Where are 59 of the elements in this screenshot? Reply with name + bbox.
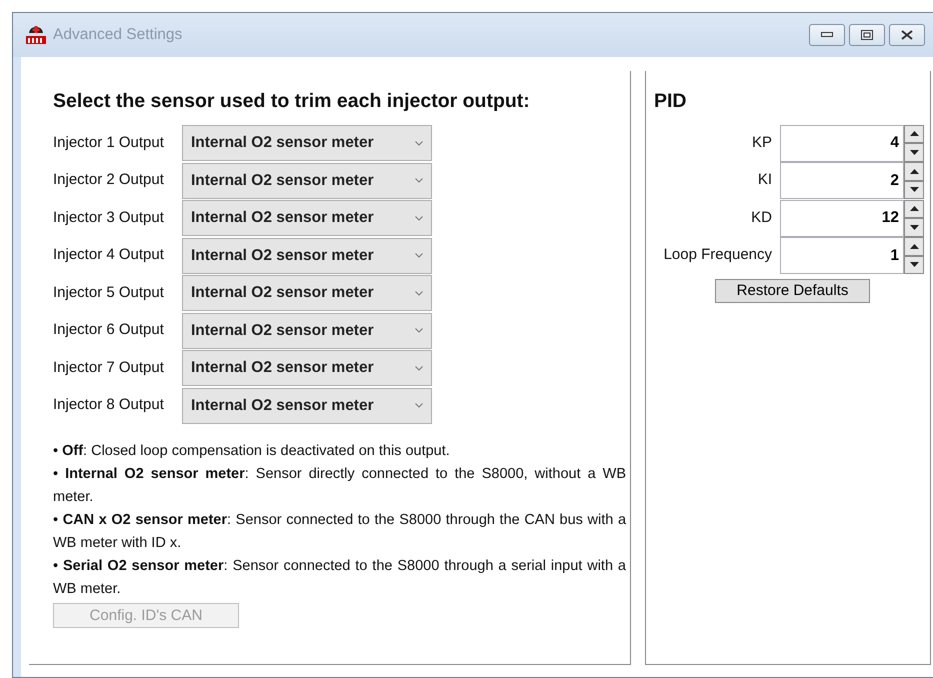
maximize-icon (861, 30, 873, 40)
caret-up-icon (910, 168, 918, 174)
sensor-dropdown[interactable]: Internal O2 sensor meter (182, 200, 432, 236)
caret-down-icon (910, 187, 918, 192)
chevron-down-icon (415, 140, 423, 146)
caret-down-icon (910, 150, 918, 155)
caret-up-icon (910, 206, 918, 212)
decrement-button[interactable] (904, 256, 924, 274)
decrement-button[interactable] (904, 218, 924, 236)
chevron-down-icon (415, 216, 423, 220)
injector-label: Injector 1 Output (52, 132, 165, 153)
sensor-dropdown[interactable]: Internal O2 sensor meter (182, 162, 432, 198)
description-text: • Serial O2 sensor meter: Sensor connected to the S8000 through a serial input with a WB meter. (52, 557, 627, 600)
field-label: KP (752, 132, 772, 153)
close-button[interactable] (889, 24, 925, 46)
chevron-down-icon (415, 253, 423, 258)
field-label: KD (751, 208, 772, 228)
injector-label: Injector 5 Output (52, 282, 165, 303)
injector-label: Injector 6 Output (52, 320, 165, 340)
section-heading: PID (654, 89, 688, 114)
injector-label: Injector 2 Output (52, 170, 165, 190)
decrement-button[interactable] (904, 180, 924, 199)
sensor-dropdown[interactable]: Internal O2 sensor meter (182, 388, 432, 424)
decrement-button[interactable] (904, 143, 924, 162)
section-heading: Select the sensor used to trim each injector output: (53, 89, 531, 114)
sensor-dropdown[interactable]: Internal O2 sensor meter (182, 125, 432, 161)
caret-down-icon (910, 224, 918, 230)
field-label: Loop Frequency (664, 245, 772, 266)
restore-defaults-button[interactable]: Restore Defaults (715, 279, 870, 304)
increment-button[interactable] (904, 124, 924, 143)
caret-up-icon (910, 131, 918, 136)
minimize-button[interactable] (809, 24, 845, 46)
injector-label: Injector 3 Output (52, 208, 165, 228)
app-logo-icon (25, 25, 47, 45)
increment-button[interactable] (904, 162, 924, 180)
sensor-dropdown[interactable]: Internal O2 sensor meter (182, 312, 432, 348)
minimize-icon (821, 32, 833, 38)
increment-button[interactable] (904, 237, 924, 256)
chevron-down-icon (415, 178, 423, 183)
chevron-down-icon (415, 403, 423, 408)
injector-label: Injector 7 Output (52, 358, 165, 378)
chevron-down-icon (415, 290, 423, 296)
caret-down-icon (910, 262, 918, 268)
description-text: • Internal O2 sensor meter: Sensor directly connected to the S8000, without a WB meter. (52, 465, 627, 508)
close-icon (901, 30, 913, 40)
sensor-dropdown[interactable]: Internal O2 sensor meter (182, 238, 432, 274)
caret-up-icon (910, 244, 918, 249)
chevron-down-icon (415, 366, 423, 370)
sensor-dropdown[interactable]: Internal O2 sensor meter (182, 350, 432, 386)
injector-label: Injector 4 Output (52, 245, 165, 266)
window-title: Advanced Settings (53, 25, 182, 46)
injector-label: Injector 8 Output (52, 395, 165, 416)
field-label: KI (758, 170, 772, 190)
increment-button[interactable] (904, 200, 924, 218)
description-text: • CAN x O2 sensor meter: Sensor connected to the S8000 through the CAN bus with a WB meter with ID x. (52, 511, 628, 554)
sensor-dropdown[interactable]: Internal O2 sensor meter (182, 275, 432, 311)
description-text: • Off: Closed loop compensation is deactivated on this output. (52, 442, 451, 462)
maximize-button[interactable] (849, 24, 885, 46)
chevron-down-icon (415, 328, 423, 333)
